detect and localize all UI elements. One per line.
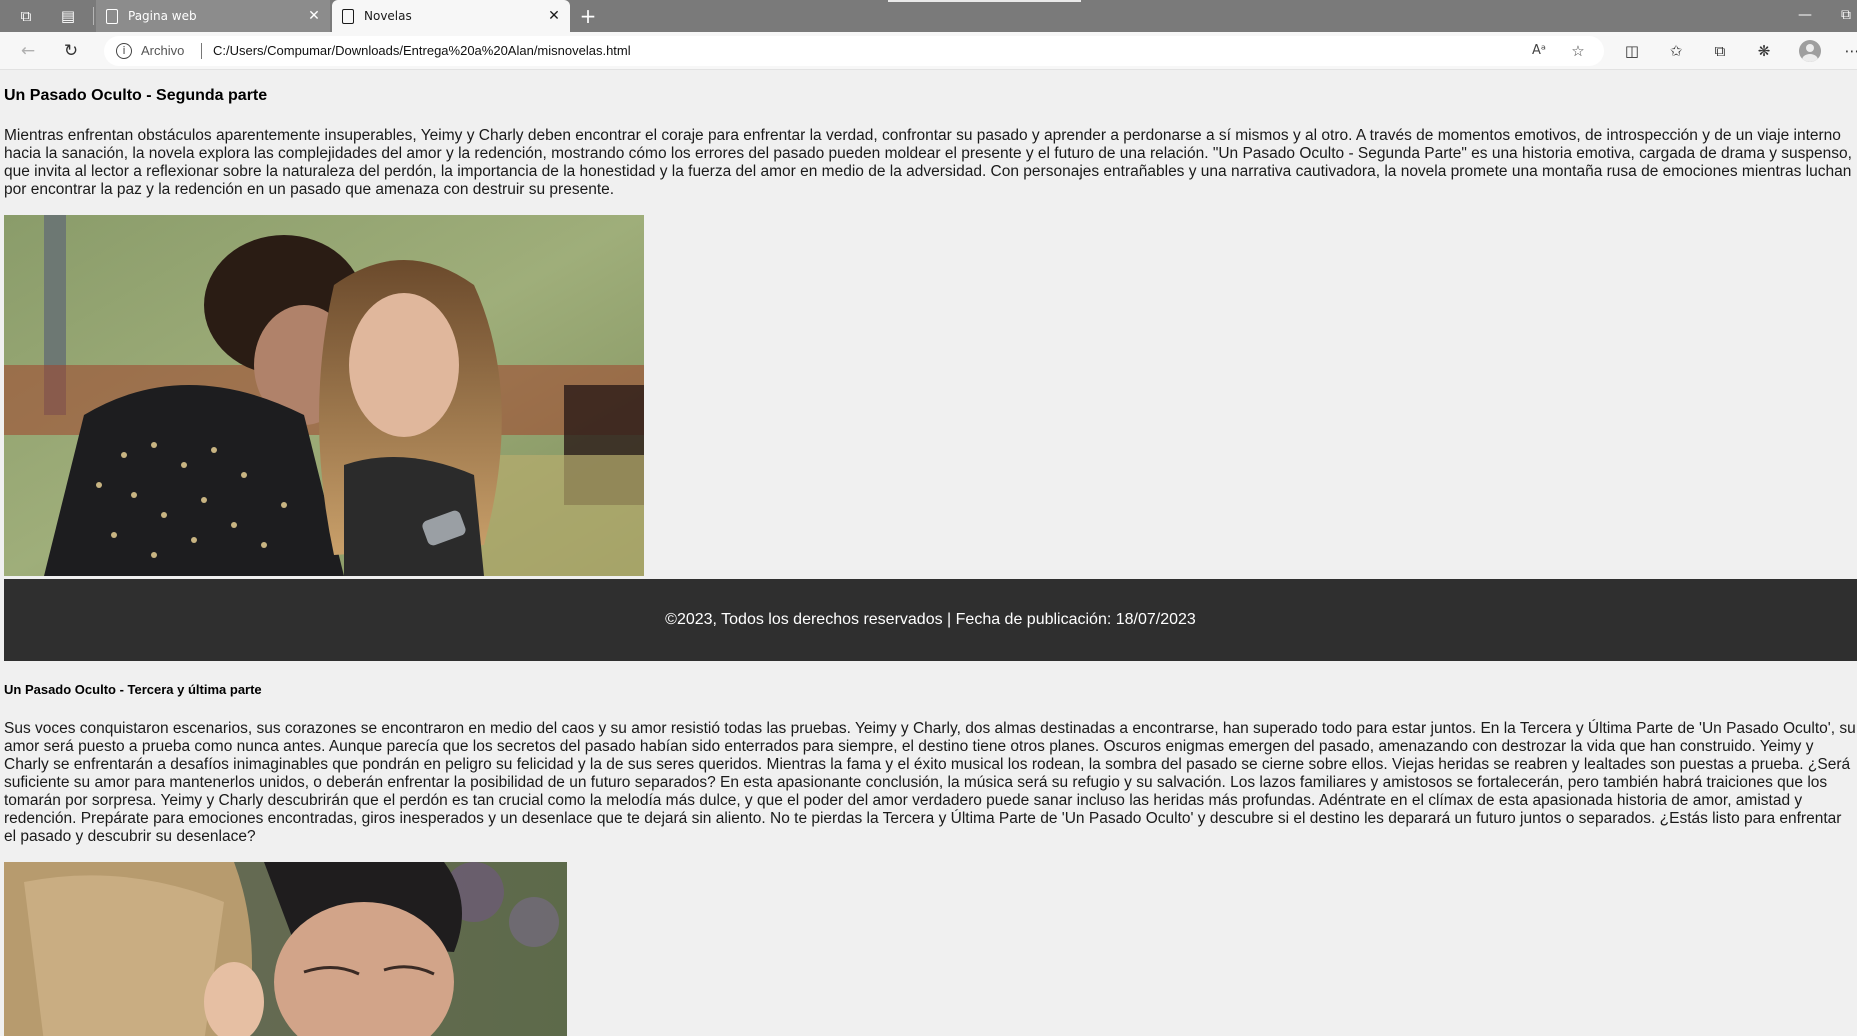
page-content: Un Pasado Oculto - Segunda parte Mientra… (0, 71, 1857, 1036)
drag-region (888, 0, 1081, 2)
tab-title: Pagina web (128, 9, 197, 23)
address-bar[interactable]: i Archivo C:/Users/Compumar/Downloads/En… (104, 36, 1604, 66)
new-tab-icon[interactable]: + (576, 4, 600, 28)
workspaces-icon[interactable]: ⧉ (16, 6, 36, 26)
restore-icon[interactable]: ⧉ (1835, 4, 1857, 26)
back-arrow-icon[interactable]: ← (17, 40, 39, 62)
address-divider (201, 43, 202, 59)
info-icon[interactable]: i (116, 43, 132, 59)
tab-novelas[interactable]: Novelas ✕ (332, 0, 570, 32)
tab-actions-icon[interactable]: ▤ (58, 6, 78, 26)
novel-2-title: Un Pasado Oculto - Tercera y última part… (4, 682, 262, 697)
footer-text: ©2023, Todos los derechos reservados | F… (665, 611, 1196, 628)
novel-1-title: Un Pasado Oculto - Segunda parte (4, 87, 268, 104)
extensions-icon[interactable]: ❋ (1753, 40, 1775, 62)
page-footer: ©2023, Todos los derechos reservados | F… (4, 579, 1857, 661)
address-scheme-label: Archivo (141, 43, 185, 58)
browser-toolbar: ← ↻ i Archivo C:/Users/Compumar/Download… (0, 32, 1857, 70)
tab-pagina-web[interactable]: Pagina web ✕ (96, 0, 330, 32)
favorites-icon[interactable]: ✩ (1665, 40, 1687, 62)
tab-separator (93, 7, 94, 25)
profile-avatar[interactable] (1799, 40, 1821, 62)
page-icon (106, 8, 118, 24)
collections-icon[interactable]: ⧉ (1709, 40, 1731, 62)
minimize-icon[interactable]: — (1794, 4, 1816, 26)
close-icon[interactable]: ✕ (544, 8, 564, 24)
close-icon[interactable]: ✕ (304, 8, 324, 24)
tab-strip: ⧉ ▤ Pagina web ✕ Novelas ✕ + — ⧉ (0, 0, 1857, 32)
split-screen-icon[interactable]: ◫ (1621, 40, 1643, 62)
page-icon (342, 8, 354, 24)
tab-title: Novelas (364, 9, 412, 23)
novel-1-image (4, 215, 644, 576)
novel-1-description: Mientras enfrentan obstáculos aparenteme… (4, 127, 1852, 198)
address-url[interactable]: C:/Users/Compumar/Downloads/Entrega%20a%… (213, 43, 631, 58)
read-aloud-icon[interactable]: Aᵃ (1528, 40, 1550, 62)
novel-2-description: Sus voces conquistaron escenarios, sus c… (4, 720, 1856, 845)
refresh-icon[interactable]: ↻ (60, 40, 82, 62)
star-icon[interactable]: ☆ (1567, 40, 1589, 62)
more-icon[interactable]: ⋯ (1841, 40, 1857, 62)
novel-2-image (4, 862, 567, 1036)
